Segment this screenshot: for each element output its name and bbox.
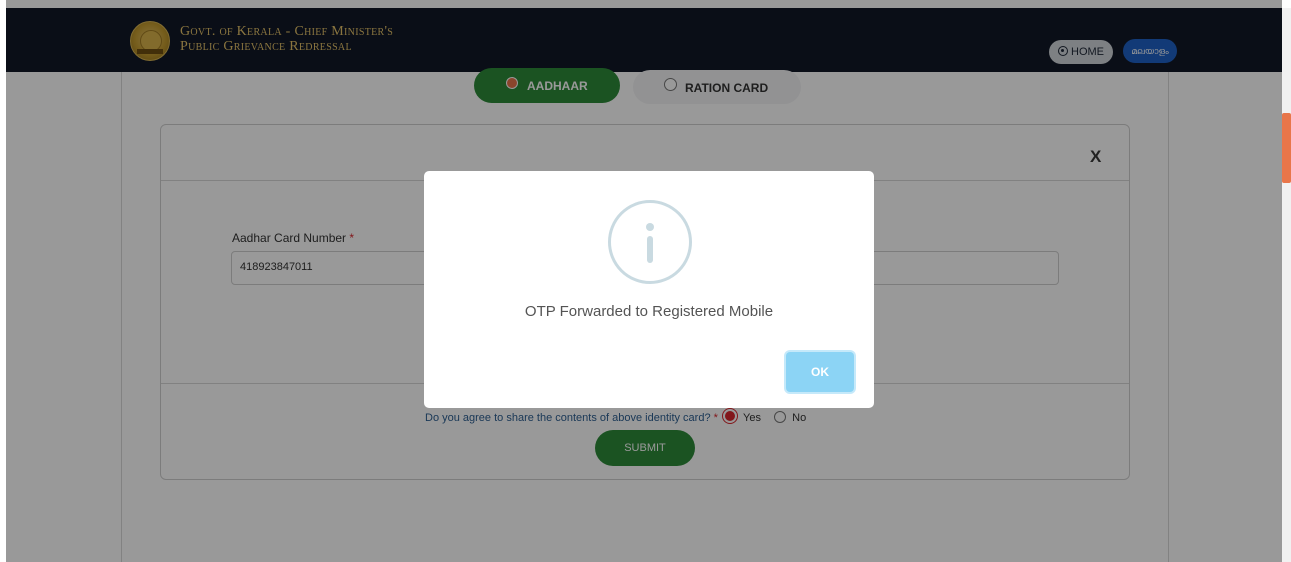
ok-button[interactable]: OK — [786, 352, 854, 392]
alert-message: OTP Forwarded to Registered Mobile — [524, 303, 774, 320]
otp-alert-dialog: OTP Forwarded to Registered Mobile OK — [424, 171, 874, 408]
scrollbar-track[interactable] — [1282, 8, 1291, 562]
info-icon — [608, 200, 692, 284]
scrollbar-thumb[interactable] — [1282, 113, 1291, 183]
